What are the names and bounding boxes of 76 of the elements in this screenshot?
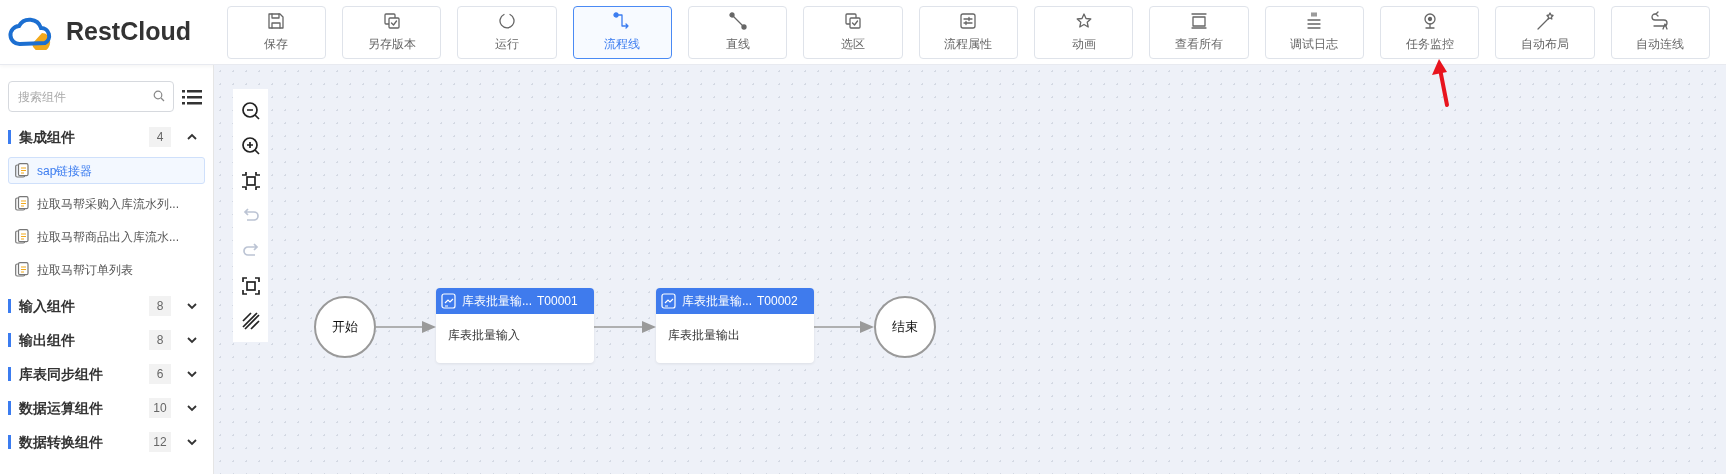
toolbar-button[interactable]: 流程属性 bbox=[918, 5, 1018, 59]
component-item[interactable]: sap链接器 bbox=[8, 157, 205, 184]
fullscreen-icon[interactable] bbox=[240, 275, 261, 296]
toolbar-button[interactable]: 调试日志 bbox=[1264, 5, 1364, 59]
chevron-icon[interactable] bbox=[187, 438, 197, 446]
task-code: T00002 bbox=[757, 293, 798, 310]
toolbar-button[interactable]: 查看所有 bbox=[1149, 5, 1249, 59]
component-item[interactable]: 拉取马帮订单列表 bbox=[8, 256, 205, 283]
chevron-icon[interactable] bbox=[187, 404, 197, 412]
count-badge: 10 bbox=[149, 398, 171, 418]
line-icon bbox=[727, 10, 748, 31]
group-marker bbox=[8, 435, 11, 449]
component-item[interactable]: 拉取马帮商品出入库流水... bbox=[8, 223, 205, 250]
group-title[interactable]: 数据运算组件 bbox=[19, 397, 149, 419]
toolbar-button[interactable]: 动画 bbox=[1033, 5, 1134, 59]
group-marker bbox=[8, 333, 11, 347]
connector-arrow bbox=[813, 321, 874, 333]
toolbar-button[interactable]: 直线 bbox=[687, 5, 788, 59]
toolbar-button[interactable]: 任务监控 bbox=[1379, 5, 1480, 59]
task-node[interactable]: 库表批量输... T00002 库表批量输出 bbox=[656, 288, 814, 363]
connector-arrow bbox=[375, 321, 436, 333]
task-title: 库表批量输... bbox=[682, 293, 752, 310]
connector-arrow bbox=[593, 321, 656, 333]
search-icon bbox=[153, 90, 165, 102]
toolbar-button[interactable]: 自动连线 bbox=[1610, 5, 1710, 59]
logo-text: RestCloud bbox=[66, 16, 191, 48]
group-title[interactable]: 集成组件 bbox=[19, 126, 149, 148]
wand-icon bbox=[1535, 10, 1555, 31]
task-description: 库表批量输入 bbox=[448, 328, 520, 342]
toolbar-button[interactable]: 保存 bbox=[226, 5, 326, 59]
sliders-icon bbox=[958, 10, 979, 31]
zoom-in-icon[interactable] bbox=[240, 135, 261, 156]
count-badge: 8 bbox=[149, 296, 171, 316]
document-icon bbox=[15, 163, 29, 178]
count-badge: 8 bbox=[149, 330, 171, 350]
task-title: 库表批量输... bbox=[462, 293, 532, 310]
chevron-icon[interactable] bbox=[187, 133, 197, 141]
count-badge: 6 bbox=[149, 364, 171, 384]
group-title[interactable]: 输入组件 bbox=[19, 295, 149, 317]
component-item[interactable]: 拉取马帮采购入库流水列... bbox=[8, 190, 205, 217]
loop-icon bbox=[1650, 10, 1671, 31]
group-marker bbox=[8, 130, 11, 144]
task-code: T00001 bbox=[537, 293, 578, 310]
group-title[interactable]: 输出组件 bbox=[19, 329, 149, 351]
select-icon bbox=[842, 10, 863, 31]
start-node[interactable]: 开始 bbox=[314, 296, 376, 358]
toolbar-button[interactable]: 另存版本 bbox=[341, 5, 442, 59]
toolbar-button[interactable]: 自动布局 bbox=[1495, 5, 1595, 59]
task-icon bbox=[441, 293, 457, 309]
task-icon bbox=[661, 293, 677, 309]
toolbar-button[interactable]: 流程线 bbox=[572, 5, 672, 59]
task-node[interactable]: 库表批量输... T00001 库表批量输入 bbox=[436, 288, 594, 363]
chevron-icon[interactable] bbox=[187, 336, 197, 344]
group-marker bbox=[8, 299, 11, 313]
hatch-icon[interactable] bbox=[240, 310, 261, 331]
document-icon bbox=[15, 196, 29, 211]
fit-icon[interactable] bbox=[240, 170, 261, 191]
list-view-icon[interactable] bbox=[182, 88, 202, 105]
task-description: 库表批量输出 bbox=[668, 328, 740, 342]
chevron-icon[interactable] bbox=[187, 302, 197, 310]
toolbar-button[interactable]: 选区 bbox=[803, 5, 903, 59]
save-icon bbox=[266, 10, 287, 31]
chevron-icon[interactable] bbox=[187, 370, 197, 378]
search-field[interactable]: 搜索组件 bbox=[8, 81, 174, 112]
copy-icon bbox=[381, 10, 402, 31]
count-badge: 12 bbox=[149, 432, 171, 452]
group-title[interactable]: 数据转换组件 bbox=[19, 431, 149, 453]
end-node[interactable]: 结束 bbox=[874, 296, 936, 358]
group-marker bbox=[8, 367, 11, 381]
zoom-out-icon[interactable] bbox=[240, 100, 261, 121]
document-icon bbox=[15, 229, 29, 244]
group-title[interactable]: 库表同步组件 bbox=[19, 363, 149, 385]
document-icon bbox=[15, 262, 29, 277]
toolbar-button[interactable]: 运行 bbox=[457, 5, 557, 59]
count-badge: 4 bbox=[149, 127, 171, 147]
group-marker bbox=[8, 401, 11, 415]
